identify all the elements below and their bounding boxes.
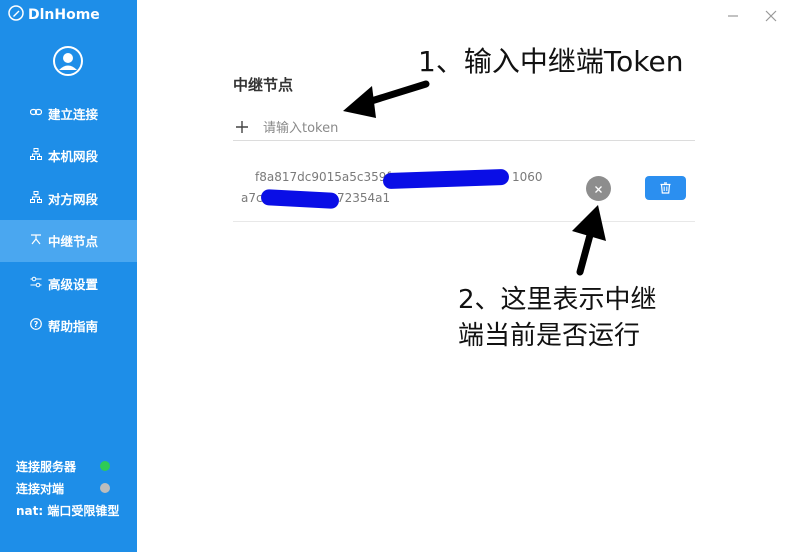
sidebar-item-advanced[interactable]: 高级设置 bbox=[0, 262, 137, 305]
server-status: 连接服务器 bbox=[16, 455, 134, 477]
redaction-scribble bbox=[382, 168, 510, 190]
avatar-icon[interactable] bbox=[52, 45, 84, 77]
close-icon bbox=[594, 179, 603, 198]
arrow-icon bbox=[343, 80, 430, 118]
network-icon bbox=[30, 190, 42, 206]
link-icon bbox=[29, 106, 43, 121]
close-icon bbox=[765, 7, 777, 26]
app-title: DlnHome bbox=[28, 7, 100, 23]
delete-relay-button[interactable] bbox=[645, 176, 686, 200]
annotation-step1: 1、输入中继端Token bbox=[418, 45, 684, 78]
token-input[interactable] bbox=[263, 117, 663, 139]
annotation-step2-line2: 端当前是否运行 bbox=[458, 321, 641, 351]
sidebar: DlnHome 建立连接 本机网段 对方网段 中继节点 高级设置 ? 帮助指南 … bbox=[0, 0, 137, 552]
relay-token-line1-start: f8a817dc9015a5c359fe bbox=[255, 170, 398, 184]
redaction-scribble bbox=[260, 188, 340, 210]
relay-icon bbox=[30, 233, 42, 248]
sidebar-item-label: 本机网段 bbox=[48, 149, 99, 165]
help-icon: ? bbox=[30, 318, 42, 333]
sidebar-item-help[interactable]: ? 帮助指南 bbox=[0, 305, 137, 348]
brand: DlnHome bbox=[8, 5, 100, 25]
window-controls bbox=[725, 6, 779, 26]
relay-token-line2-end: 72354a1 bbox=[337, 191, 391, 205]
minimize-icon bbox=[727, 7, 739, 26]
annotation-step2: 2、这里表示中继 端当前是否运行 bbox=[458, 282, 657, 354]
nat-status: nat: 端口受限锥型 bbox=[16, 499, 134, 521]
close-window-button[interactable] bbox=[763, 6, 779, 26]
relay-running-status[interactable] bbox=[586, 176, 611, 201]
sidebar-nav: 建立连接 本机网段 对方网段 中继节点 高级设置 ? 帮助指南 bbox=[0, 92, 137, 347]
sidebar-item-label: 高级设置 bbox=[48, 276, 99, 292]
network-icon bbox=[30, 148, 42, 163]
plus-icon bbox=[235, 119, 249, 138]
sidebar-item-local-network[interactable]: 本机网段 bbox=[0, 135, 137, 178]
add-token-button[interactable] bbox=[231, 117, 253, 139]
svg-text:?: ? bbox=[34, 320, 39, 329]
sidebar-item-label: 中继节点 bbox=[48, 234, 99, 250]
connection-status: 连接服务器 连接对端 nat: 端口受限锥型 bbox=[16, 455, 134, 521]
sidebar-item-peer-network[interactable]: 对方网段 bbox=[0, 177, 137, 220]
page-title: 中继节点 bbox=[233, 76, 294, 94]
token-input-row bbox=[233, 116, 695, 141]
nat-status-text: nat: 端口受限锥型 bbox=[16, 503, 120, 518]
sliders-icon bbox=[30, 276, 42, 291]
minimize-button[interactable] bbox=[725, 6, 741, 26]
sidebar-item-connect[interactable]: 建立连接 bbox=[0, 92, 137, 135]
peer-status-label: 连接对端 bbox=[16, 481, 65, 496]
sidebar-item-label: 对方网段 bbox=[48, 191, 99, 207]
relay-token-line1-end: 1060 bbox=[512, 170, 543, 184]
server-status-label: 连接服务器 bbox=[16, 459, 77, 474]
trash-icon bbox=[660, 179, 671, 198]
server-status-dot bbox=[100, 461, 110, 471]
pen-icon bbox=[8, 5, 24, 25]
peer-status: 连接对端 bbox=[16, 477, 134, 499]
relay-token-row: f8a817dc9015a5c359fe 1060 a7c 72354a1 bbox=[233, 160, 695, 222]
sidebar-item-label: 帮助指南 bbox=[48, 319, 99, 335]
relay-token-line2-start: a7c bbox=[241, 191, 263, 205]
sidebar-item-relay[interactable]: 中继节点 bbox=[0, 219, 137, 262]
sidebar-item-label: 建立连接 bbox=[48, 106, 99, 122]
annotation-step2-line1: 2、这里表示中继 bbox=[458, 285, 657, 315]
peer-status-dot bbox=[100, 483, 110, 493]
